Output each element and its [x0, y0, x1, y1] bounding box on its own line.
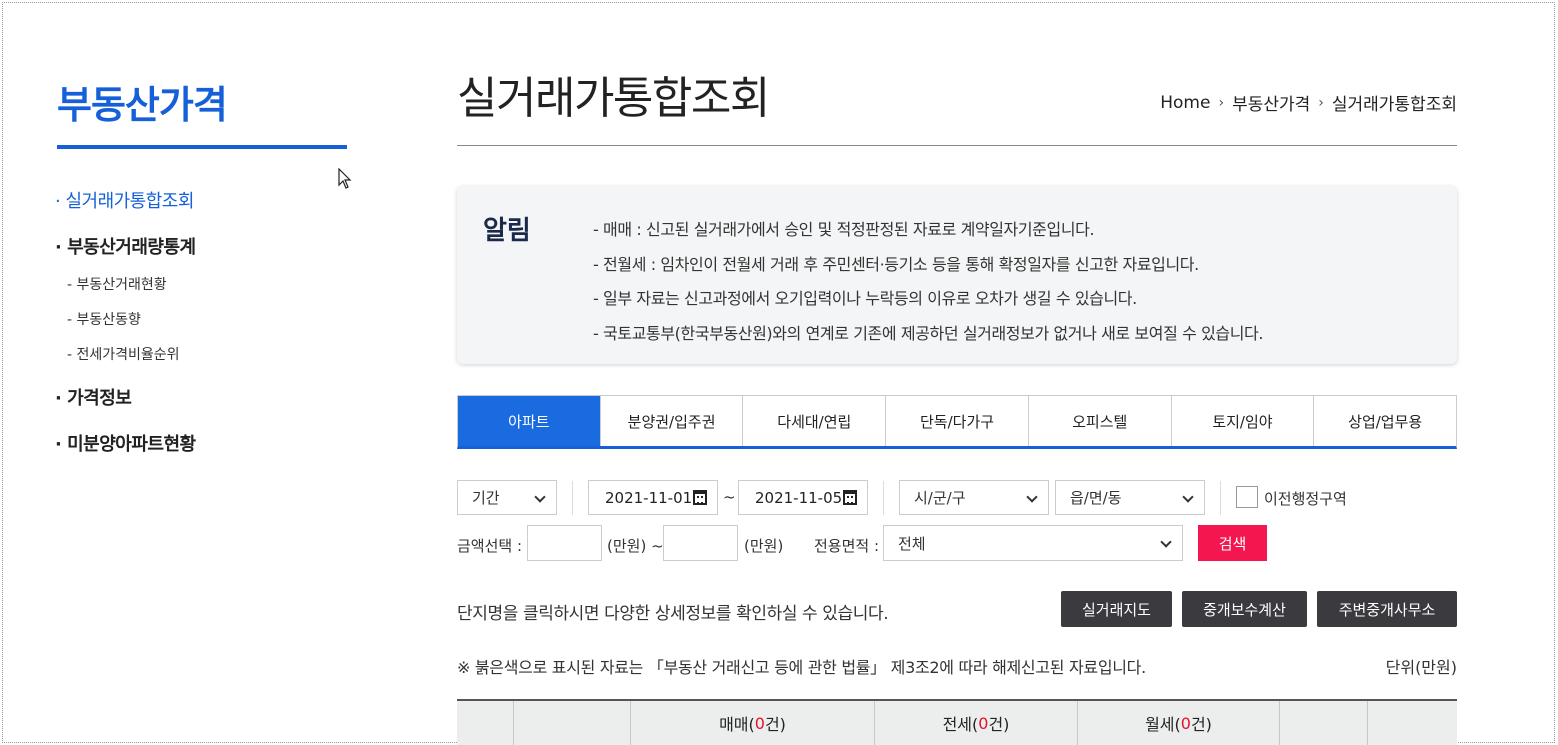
date-from-input[interactable]: 2021-11-01: [588, 480, 718, 515]
sidebar-item-realprice-search[interactable]: · 실거래가통합조회: [55, 188, 355, 234]
tab-multiplex[interactable]: 다세대/연립: [743, 396, 887, 446]
table-header-cell: [457, 701, 514, 745]
notice-line: - 국토교통부(한국부동산원)와의 연계로 기존에 제공하던 실거래정보가 없거…: [593, 323, 1264, 343]
cancellation-note: ※ 붉은색으로 표시된 자료는 「부동산 거래신고 등에 관한 법률」 제3조2…: [457, 658, 1146, 677]
breadcrumb-real-estate-price[interactable]: 부동산가격: [1232, 90, 1310, 115]
area-select[interactable]: 전체: [883, 525, 1183, 561]
chevron-right-icon: ›: [1318, 94, 1324, 111]
chevron-right-icon: ›: [1218, 94, 1225, 111]
table-header-monthly: 월세(0 건): [1078, 701, 1280, 745]
sidebar-menu: · 실거래가통합조회 · 부동산거래량통계 - 부동산거래현황 - 부동산동향 …: [55, 188, 355, 477]
info-text: 단지명을 클릭하시면 다양한 상세정보를 확인하실 수 있습니다.: [457, 604, 889, 624]
chevron-down-icon: [1026, 491, 1038, 503]
notice-box: 알림 - 매매 : 신고된 실거래가에서 승인 및 적정판정된 자료로 계약일자…: [457, 186, 1457, 364]
amount-max-input[interactable]: [663, 525, 738, 561]
area-label: 전용면적 :: [814, 537, 880, 555]
brokerage-fee-calc-button[interactable]: 중개보수계산: [1182, 591, 1307, 627]
chevron-down-icon: [1182, 491, 1194, 503]
notice-label: 알림: [483, 216, 531, 246]
calendar-icon[interactable]: [843, 490, 857, 505]
calendar-icon[interactable]: [693, 490, 707, 505]
breadcrumb-home[interactable]: Home: [1160, 93, 1210, 113]
table-header-jeonse: 전세(0 건): [875, 701, 1078, 745]
sidebar-item-unsold-apartments[interactable]: · 미분양아파트현황: [55, 431, 355, 477]
date-from-value: 2021-11-01: [605, 488, 693, 507]
amount-label: 금액선택 :: [457, 537, 523, 555]
realprice-map-button[interactable]: 실거래지도: [1061, 591, 1172, 627]
sidebar-subitem-trade-status[interactable]: - 부동산거래현황: [55, 274, 355, 309]
page-title: 실거래가통합조회: [457, 73, 770, 124]
sidebar-item-price-info[interactable]: · 가격정보: [55, 385, 355, 431]
date-to-value: 2021-11-05: [755, 488, 843, 507]
breadcrumb: Home › 부동산가격 › 실거래가통합조회: [1160, 90, 1457, 116]
table-header-cell: [1280, 701, 1368, 745]
table-header-cell: [1368, 701, 1457, 745]
results-table-header: 매매(0 건) 전세(0 건) 월세(0 건): [457, 699, 1457, 745]
jeonse-count: 0: [978, 713, 989, 733]
filter-divider: [883, 481, 884, 515]
unit-label: 단위(만원): [1385, 658, 1457, 677]
table-header-cell: [514, 701, 631, 745]
amount-max-unit: (만원): [744, 537, 784, 555]
sidebar-title: 부동산가격: [57, 83, 228, 127]
amount-min-input[interactable]: [527, 525, 602, 561]
table-header-sale: 매매(0 건): [631, 701, 875, 745]
chevron-down-icon: [1160, 536, 1172, 548]
period-select[interactable]: 기간: [457, 480, 557, 515]
area-select-value: 전체: [898, 534, 926, 553]
nearby-brokers-button[interactable]: 주변중개사무소: [1317, 591, 1457, 627]
prev-district-checkbox[interactable]: [1236, 486, 1258, 508]
sale-count: 0: [754, 713, 765, 733]
search-button[interactable]: 검색: [1198, 525, 1267, 561]
tab-presale-right[interactable]: 분양권/입주권: [600, 396, 744, 446]
chevron-down-icon: [534, 491, 546, 503]
notice-list: - 매매 : 신고된 실거래가에서 승인 및 적정판정된 자료로 계약일자기준입…: [593, 213, 1263, 351]
sigungu-select[interactable]: 시/군/구: [899, 480, 1049, 515]
amount-min-unit: (만원) ~: [607, 537, 664, 555]
period-select-value: 기간: [472, 489, 500, 507]
tab-detached-house[interactable]: 단독/다가구: [886, 396, 1029, 446]
eupmyeondong-select-value: 읍/면/동: [1070, 489, 1122, 507]
tab-apartment[interactable]: 아파트: [458, 396, 601, 446]
eupmyeondong-select[interactable]: 읍/면/동: [1055, 480, 1205, 515]
notice-line: - 매매 : 신고된 실거래가에서 승인 및 적정판정된 자료로 계약일자기준입…: [593, 220, 1095, 239]
notice-line: - 전월세 : 임차인이 전월세 거래 후 주민센터·등기소 등을 통해 확정일…: [593, 254, 1199, 274]
date-to-input[interactable]: 2021-11-05: [738, 480, 868, 515]
sidebar-subitem-jeonse-ratio-rank[interactable]: - 전세가격비율순위: [55, 344, 355, 379]
sidebar-submenu: - 부동산거래현황 - 부동산동향 - 전세가격비율순위: [55, 274, 355, 379]
title-divider: [457, 145, 1457, 146]
date-range-tilde: ~: [723, 488, 736, 506]
sidebar-title-underline: [57, 145, 347, 149]
breadcrumb-current: 실거래가통합조회: [1331, 95, 1457, 115]
tab-commercial[interactable]: 상업/업무용: [1314, 396, 1457, 446]
sigungu-select-value: 시/군/구: [914, 489, 966, 507]
notice-line: - 일부 자료는 신고과정에서 오기입력이나 누락등의 이유로 오차가 생길 수…: [593, 289, 1137, 308]
filter-divider: [572, 481, 573, 515]
prev-district-label[interactable]: 이전행정구역: [1264, 488, 1347, 509]
tab-officetel[interactable]: 오피스텔: [1028, 396, 1172, 446]
tab-land[interactable]: 토지/임야: [1171, 396, 1315, 446]
mouse-cursor-icon: [338, 168, 352, 189]
sidebar-subitem-market-trend[interactable]: - 부동산동향: [55, 309, 355, 344]
monthly-count: 0: [1180, 713, 1191, 733]
filter-divider: [1220, 481, 1221, 515]
property-type-tabs: 아파트 분양권/입주권 다세대/연립 단독/다가구 오피스텔 토지/임야 상업/…: [457, 395, 1457, 449]
